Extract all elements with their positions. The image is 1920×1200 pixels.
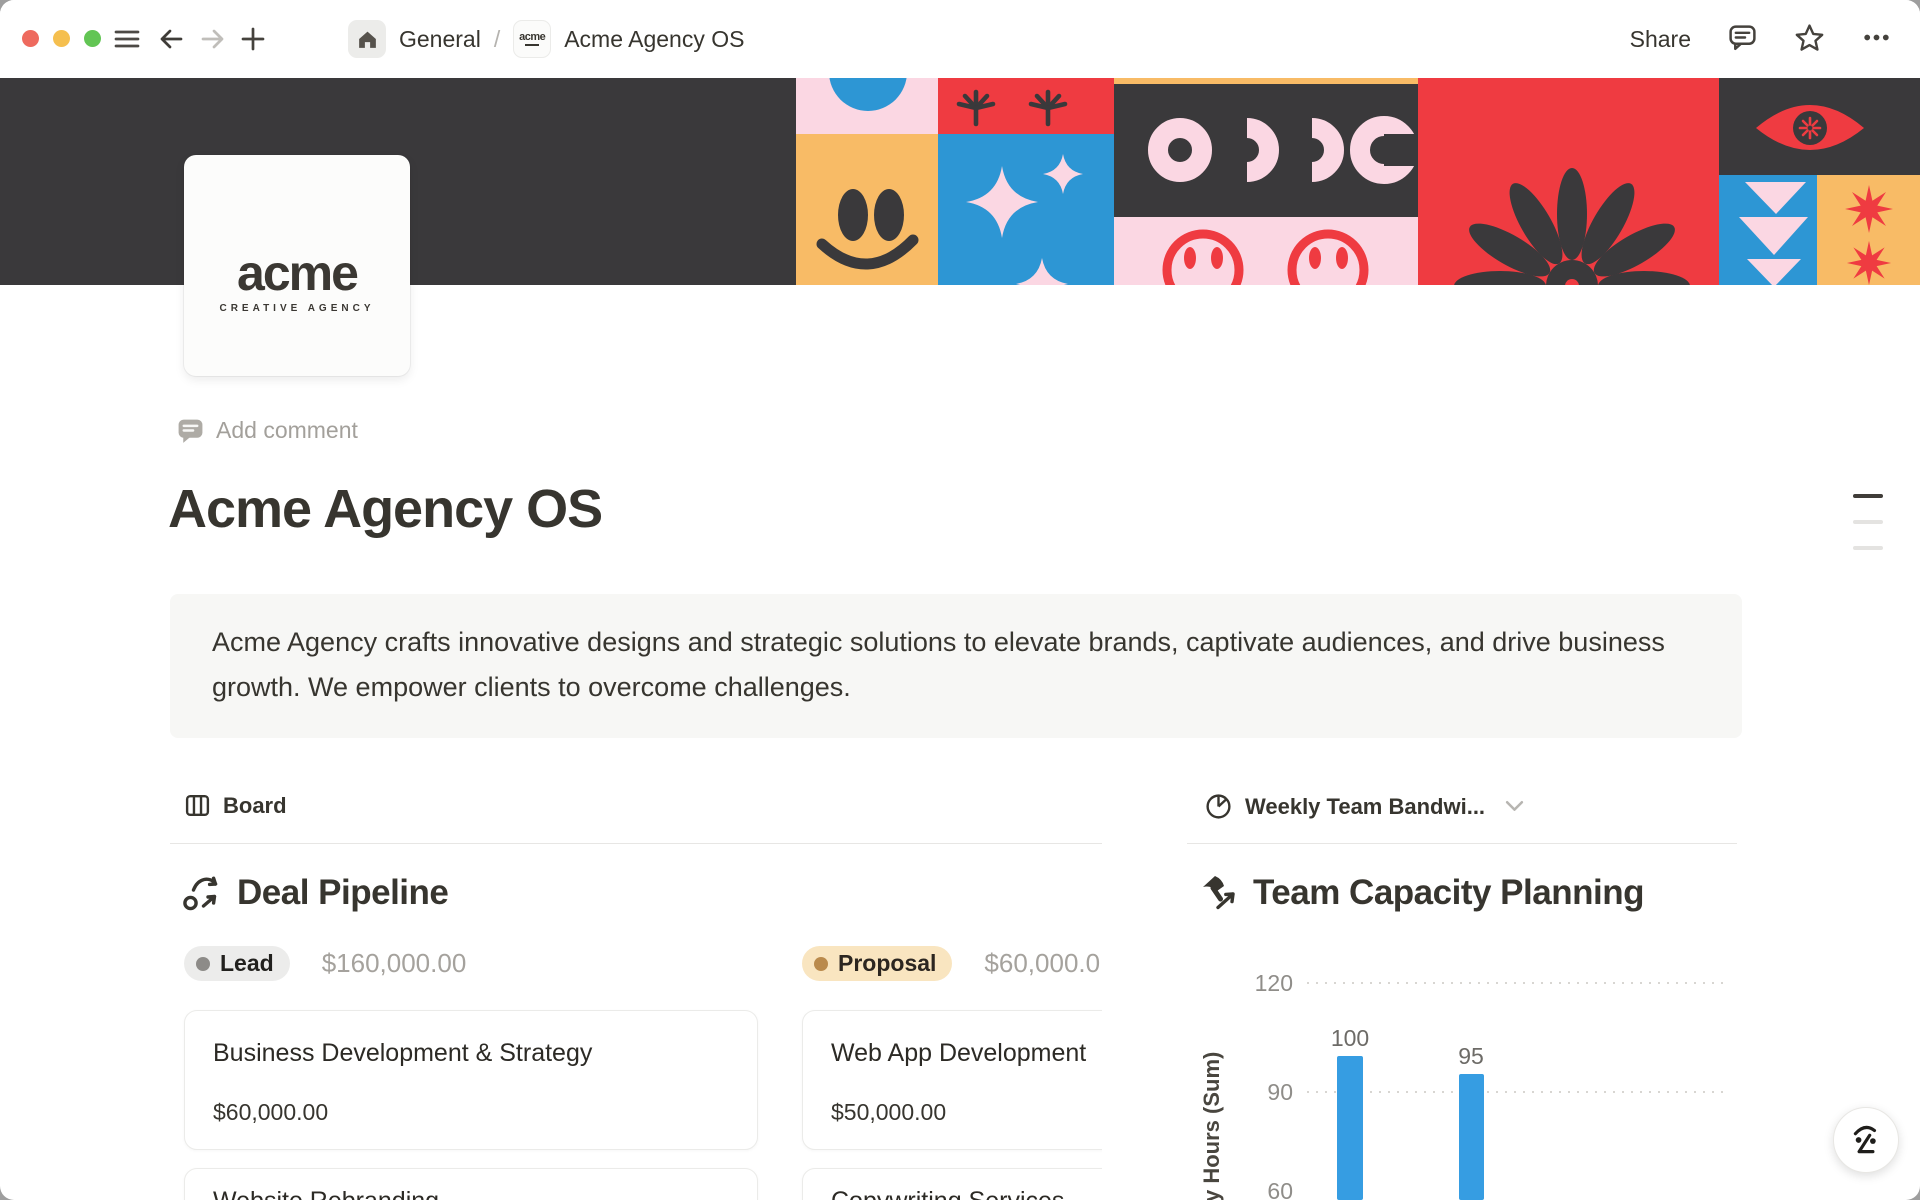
card-title: Website Rebranding [213, 1187, 439, 1200]
acme-mini-underline [525, 44, 539, 46]
bar-2-value: 95 [1458, 1043, 1484, 1069]
card-amount: $50,000.00 [831, 1099, 946, 1126]
back-button[interactable] [156, 24, 186, 57]
outline-line [1853, 546, 1883, 550]
y-tick-90: 90 [1267, 1079, 1293, 1105]
deal-pipeline-board: Lead $160,000.00 Business Development & … [170, 940, 1102, 1200]
card-title: Business Development & Strategy [213, 1039, 592, 1068]
page-favicon[interactable]: acme [513, 20, 551, 58]
minimize-window-button[interactable] [53, 30, 70, 47]
card-title: Copywriting Services [831, 1187, 1064, 1200]
proposal-status-dot [814, 957, 828, 971]
add-comment-button[interactable]: Add comment [176, 416, 358, 445]
favorite-button[interactable] [1794, 22, 1825, 56]
chart-view-label: Weekly Team Bandwi... [1245, 794, 1485, 820]
description-text: Acme Agency crafts innovative designs an… [212, 620, 1702, 710]
team-capacity-heading: Team Capacity Planning [1198, 872, 1644, 914]
outline-line [1853, 520, 1883, 524]
card-title: Web App Development [831, 1039, 1086, 1068]
status-badge-proposal[interactable]: Proposal [802, 946, 952, 981]
close-window-button[interactable] [22, 30, 39, 47]
chart-y-axis-label: y Hours (Sum) [1199, 1052, 1224, 1200]
deal-pipeline-heading: Deal Pipeline [182, 872, 448, 914]
board-column-lead: Lead $160,000.00 Business Development & … [184, 940, 758, 1200]
add-comment-icon [176, 416, 205, 445]
lead-status-dot [196, 957, 210, 971]
add-comment-label: Add comment [216, 417, 358, 444]
card-web-app-development[interactable]: Web App Development $50,000.00 [802, 1010, 1102, 1150]
comments-button[interactable] [1727, 22, 1758, 56]
home-icon [356, 28, 379, 51]
team-capacity-bar-chart: 120 90 60 y Hours (Sum) 100 95 [1185, 950, 1737, 1200]
outline-line-active [1853, 494, 1883, 498]
bar-1[interactable] [1337, 1056, 1363, 1200]
proposal-column-header: Proposal $60,000.0 [802, 946, 1100, 981]
lead-column-total: $160,000.00 [322, 948, 467, 979]
bar-1-value: 100 [1331, 1025, 1369, 1051]
lead-column-header: Lead $160,000.00 [184, 946, 466, 981]
proposal-status-label: Proposal [838, 950, 936, 977]
acme-mini-logo: acme [519, 32, 545, 42]
pie-chart-icon [1204, 792, 1233, 821]
description-callout: Acme Agency crafts innovative designs an… [170, 594, 1742, 738]
breadcrumb: General / acme Acme Agency OS [348, 0, 744, 78]
chart-bars [1337, 1056, 1484, 1200]
arrow-right-icon [198, 24, 228, 54]
arrow-left-icon [156, 24, 186, 54]
app-window: General / acme Acme Agency OS Share [0, 0, 1920, 1200]
page-icon[interactable]: acme CREATIVE AGENCY [184, 155, 410, 376]
sidebar-menu-button[interactable] [112, 24, 142, 57]
hamburger-icon [112, 24, 142, 54]
left-view-divider [170, 843, 1102, 844]
share-button[interactable]: Share [1630, 26, 1691, 53]
more-options-button[interactable] [1861, 22, 1892, 56]
titlebar-actions: Share [1630, 0, 1892, 78]
home-button[interactable] [348, 20, 386, 58]
right-view-divider [1187, 843, 1737, 844]
breadcrumb-root[interactable]: General [399, 26, 481, 53]
deal-pipeline-title: Deal Pipeline [237, 873, 448, 913]
chart-y-ticks: 120 90 60 [1255, 970, 1293, 1200]
board-tab-label: Board [223, 793, 287, 819]
chevron-down-icon [1505, 800, 1524, 813]
team-capacity-title: Team Capacity Planning [1253, 873, 1644, 913]
acme-logo-text: acme [237, 251, 357, 295]
pipeline-icon [182, 872, 224, 914]
zoom-window-button[interactable] [84, 30, 101, 47]
chart-view-selector[interactable]: Weekly Team Bandwi... [1204, 792, 1524, 821]
y-tick-120: 120 [1255, 970, 1293, 996]
breadcrumb-separator: / [494, 26, 500, 53]
window-controls [22, 30, 101, 47]
breadcrumb-page[interactable]: Acme Agency OS [564, 26, 744, 53]
tab-board-view[interactable]: Board [184, 792, 287, 819]
card-website-rebranding[interactable]: Website Rebranding [184, 1168, 758, 1200]
ellipsis-icon [1861, 22, 1892, 53]
board-icon [184, 792, 211, 819]
notion-ai-button[interactable] [1833, 1107, 1899, 1173]
forward-button[interactable] [198, 24, 228, 57]
card-copywriting-services[interactable]: Copywriting Services [802, 1168, 1102, 1200]
page-title: Acme Agency OS [168, 478, 602, 540]
board-column-proposal: Proposal $60,000.0 Web App Development $… [802, 940, 1102, 1200]
ai-face-icon [1848, 1122, 1884, 1158]
hammer-icon [1198, 872, 1240, 914]
proposal-column-total: $60,000.0 [984, 948, 1100, 979]
acme-logo-tagline: CREATIVE AGENCY [219, 303, 374, 314]
lead-status-label: Lead [220, 950, 274, 977]
plus-icon [238, 24, 268, 54]
comment-icon [1727, 22, 1758, 53]
star-icon [1794, 22, 1825, 53]
chart-gridlines [1307, 983, 1730, 1092]
new-tab-button[interactable] [238, 24, 268, 57]
card-amount: $60,000.00 [213, 1099, 328, 1126]
status-badge-lead[interactable]: Lead [184, 946, 290, 981]
card-business-development[interactable]: Business Development & Strategy $60,000.… [184, 1010, 758, 1150]
bar-2[interactable] [1459, 1074, 1484, 1200]
titlebar: General / acme Acme Agency OS Share [0, 0, 1920, 78]
y-tick-60: 60 [1267, 1178, 1293, 1200]
